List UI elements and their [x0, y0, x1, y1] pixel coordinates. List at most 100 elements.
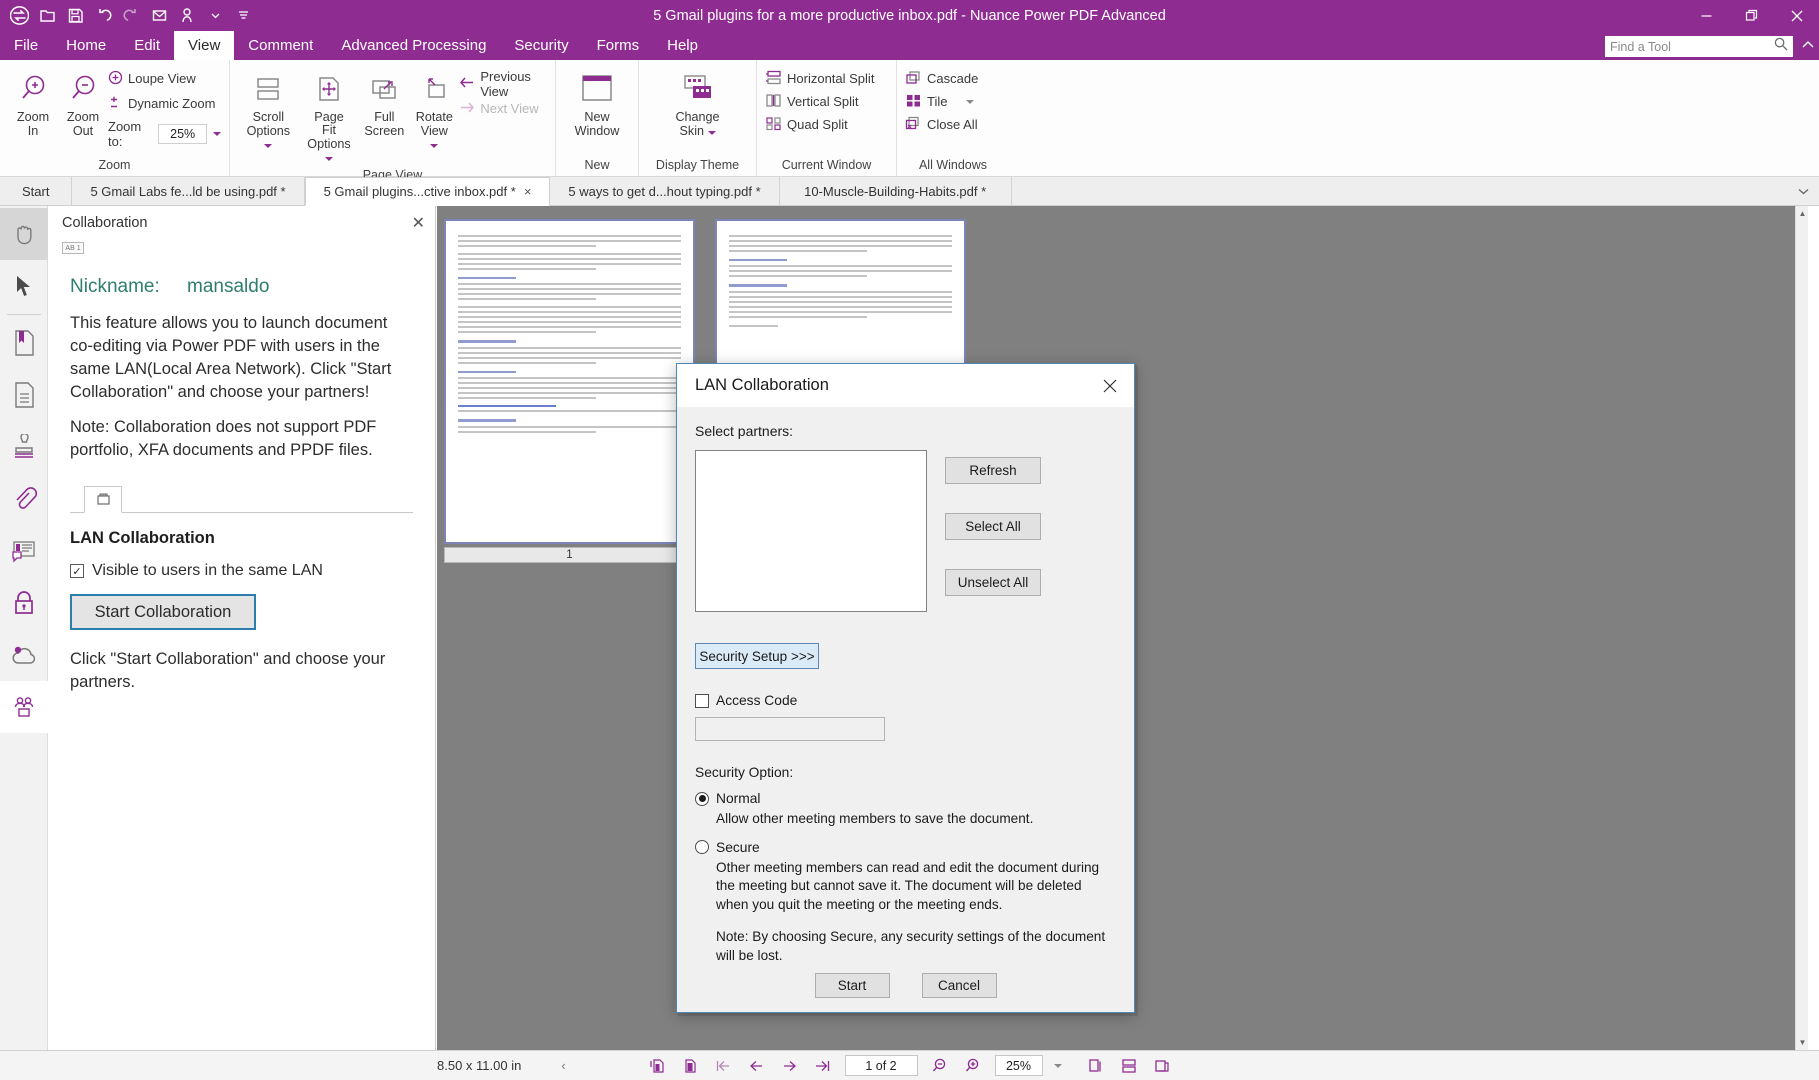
select-all-button[interactable]: Select All	[945, 513, 1041, 540]
vertical-split-button[interactable]: Vertical Split	[765, 90, 859, 113]
select-tool-icon[interactable]	[0, 260, 48, 312]
previous-page-icon[interactable]	[746, 1055, 768, 1077]
menu-item-help[interactable]: Help	[653, 31, 712, 60]
collaboration-icon[interactable]	[0, 681, 48, 733]
page-fit-options-button[interactable]: Page Fit Options	[299, 64, 360, 168]
tab-muscle-building[interactable]: 10-Muscle-Building-Habits.pdf *	[780, 177, 1012, 205]
qat-dropdown-icon[interactable]	[202, 3, 228, 29]
access-code-checkbox[interactable]	[695, 694, 709, 708]
menu-item-advanced-processing[interactable]: Advanced Processing	[327, 31, 500, 60]
menu-item-view[interactable]: View	[174, 31, 234, 60]
security-setup-button[interactable]: Security Setup >>>	[695, 643, 819, 669]
security-option-normal-radio[interactable]	[695, 792, 709, 806]
cascade-button[interactable]: Cascade	[905, 67, 978, 90]
tab-overflow-icon[interactable]	[1788, 177, 1819, 205]
signature-icon[interactable]	[174, 3, 200, 29]
next-page-icon[interactable]	[779, 1055, 801, 1077]
quad-split-button[interactable]: Quad Split	[765, 113, 848, 136]
zoom-out-button[interactable]: Zoom Out	[58, 64, 108, 142]
tab-start[interactable]: Start	[0, 177, 72, 205]
first-page-icon[interactable]	[713, 1055, 735, 1077]
zoom-to-dropdown-icon[interactable]	[213, 132, 221, 136]
customize-qat-icon[interactable]	[230, 3, 256, 29]
refresh-button[interactable]: Refresh	[945, 457, 1041, 484]
tab-5-ways[interactable]: 5 ways to get d...hout typing.pdf *	[550, 177, 779, 205]
scroll-options-dropdown-icon[interactable]	[264, 144, 272, 148]
dialog-start-button[interactable]: Start	[815, 973, 890, 998]
start-collaboration-button[interactable]: Start Collaboration	[70, 594, 256, 630]
page-indicator-input[interactable]: 1 of 2	[845, 1055, 918, 1076]
minimize-button[interactable]	[1684, 0, 1729, 31]
security-option-secure-row[interactable]: Secure	[695, 840, 1116, 855]
document-vertical-scrollbar[interactable]: ▲ ▼	[1795, 206, 1808, 1050]
change-skin-button[interactable]: Change Skin	[668, 64, 726, 142]
bookmarks-icon[interactable]	[0, 317, 48, 369]
menu-item-edit[interactable]: Edit	[120, 31, 174, 60]
previous-view-button[interactable]: Previous View	[459, 72, 547, 95]
tab-gmail-plugins[interactable]: 5 Gmail plugins...ctive inbox.pdf * ×	[305, 177, 551, 206]
menu-item-home[interactable]: Home	[52, 31, 120, 60]
tile-dropdown-icon[interactable]	[966, 100, 974, 104]
restore-button[interactable]	[1729, 0, 1774, 31]
pages-icon[interactable]	[0, 369, 48, 421]
page-thumb-icon[interactable]	[680, 1055, 702, 1077]
collaboration-panel-close-icon[interactable]: ✕	[412, 213, 425, 233]
scroll-down-icon[interactable]: ▼	[1796, 1035, 1808, 1050]
stamps-icon[interactable]	[0, 421, 48, 473]
rotate-view-dropdown-icon[interactable]	[430, 144, 438, 148]
comments-icon[interactable]	[0, 525, 48, 577]
tab-close-icon[interactable]: ×	[524, 184, 532, 199]
loupe-view-button[interactable]: Loupe View	[108, 67, 221, 90]
tab-gmail-labs[interactable]: 5 Gmail Labs fe...ld be using.pdf *	[72, 177, 304, 205]
scroll-options-button[interactable]: Scroll Options	[238, 64, 299, 155]
change-skin-dropdown-icon[interactable]	[708, 131, 716, 135]
zoom-out-icon[interactable]	[929, 1055, 951, 1077]
power-pdf-logo-icon[interactable]	[6, 3, 32, 29]
zoom-to-input[interactable]: 25%	[158, 124, 207, 144]
full-screen-button[interactable]: Full Screen	[359, 64, 409, 142]
security-option-normal-row[interactable]: Normal	[695, 791, 1116, 806]
menu-item-comment[interactable]: Comment	[234, 31, 327, 60]
dialog-cancel-button[interactable]: Cancel	[922, 973, 997, 998]
hand-tool-icon[interactable]	[0, 208, 48, 260]
access-code-input[interactable]	[695, 717, 885, 741]
visible-to-lan-checkbox-row[interactable]: ✓ Visible to users in the same LAN	[70, 562, 413, 580]
zoom-in-button[interactable]: Zoom In	[8, 64, 58, 142]
unselect-all-button[interactable]: Unselect All	[945, 569, 1041, 596]
collapse-ribbon-icon[interactable]	[1802, 39, 1814, 53]
menu-item-file[interactable]: File	[0, 31, 52, 60]
attachments-icon[interactable]	[0, 473, 48, 525]
email-icon[interactable]	[146, 3, 172, 29]
cloud-icon[interactable]	[0, 629, 48, 681]
search-icon[interactable]	[1774, 37, 1788, 56]
dialog-close-icon[interactable]	[1094, 371, 1126, 401]
close-button[interactable]	[1774, 0, 1819, 31]
menu-item-security[interactable]: Security	[500, 31, 582, 60]
access-code-checkbox-row[interactable]: Access Code	[695, 693, 1116, 708]
undo-icon[interactable]	[90, 3, 116, 29]
zoom-level-input[interactable]: 25%	[995, 1055, 1043, 1076]
visible-to-lan-checkbox[interactable]: ✓	[70, 564, 84, 578]
partners-listbox[interactable]	[695, 450, 927, 612]
last-page-icon[interactable]	[812, 1055, 834, 1077]
rotate-view-button[interactable]: Rotate View	[409, 64, 459, 155]
open-icon[interactable]	[34, 3, 60, 29]
continuous-view-icon[interactable]	[1118, 1055, 1140, 1077]
security-option-secure-radio[interactable]	[695, 840, 709, 854]
find-a-tool-box[interactable]	[1605, 36, 1793, 57]
first-page-thumb-icon[interactable]	[647, 1055, 669, 1077]
search-input[interactable]	[1610, 40, 1774, 54]
close-all-button[interactable]: Close All	[905, 113, 978, 136]
dynamic-zoom-button[interactable]: Dynamic Zoom	[108, 92, 221, 115]
zoom-level-dropdown-icon[interactable]	[1054, 1064, 1062, 1068]
single-page-view-icon[interactable]	[1085, 1055, 1107, 1077]
zoom-in-icon[interactable]	[962, 1055, 984, 1077]
lan-tab[interactable]	[84, 486, 122, 513]
page-fit-dropdown-icon[interactable]	[325, 157, 333, 161]
document-page-1[interactable]	[444, 219, 695, 544]
scroll-up-icon[interactable]: ▲	[1796, 206, 1808, 221]
new-window-button[interactable]: New Window	[568, 64, 627, 142]
security-icon[interactable]	[0, 577, 48, 629]
menu-item-forms[interactable]: Forms	[583, 31, 654, 60]
horizontal-split-button[interactable]: Horizontal Split	[765, 67, 874, 90]
